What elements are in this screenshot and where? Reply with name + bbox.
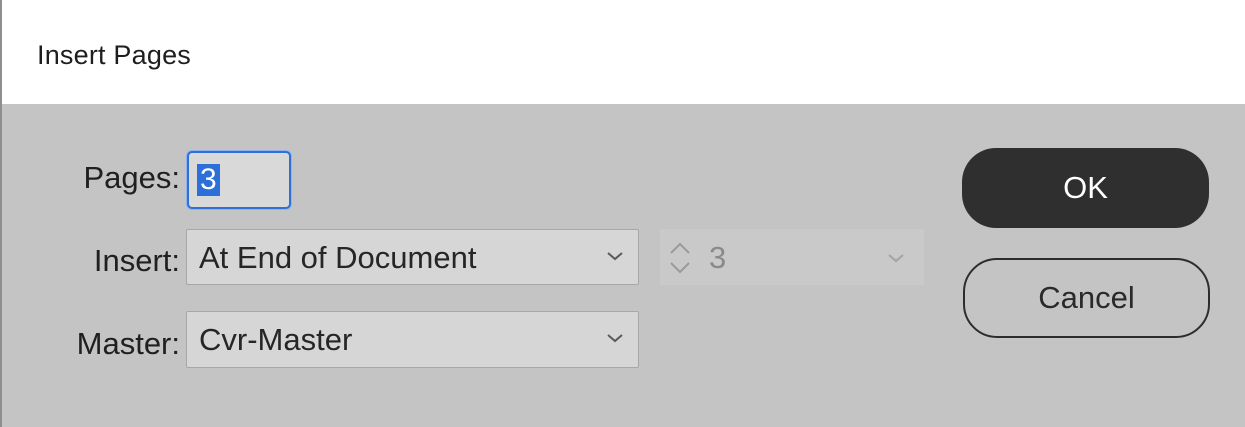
insert-page-number-field[interactable]: 3	[660, 229, 924, 285]
ok-button[interactable]: OK	[962, 148, 1209, 228]
chevron-down-icon	[607, 334, 623, 343]
master-label: Master:	[76, 326, 180, 361]
insert-label: Insert:	[93, 243, 180, 278]
master-select[interactable]: Cvr-Master	[186, 311, 639, 368]
pages-label: Pages:	[83, 160, 180, 195]
cancel-button[interactable]: Cancel	[963, 258, 1210, 338]
dialog-titlebar: Insert Pages	[0, 0, 1245, 104]
insert-position-value: At End of Document	[199, 240, 477, 275]
stepper-icon[interactable]	[667, 238, 693, 278]
chevron-down-icon	[888, 254, 904, 263]
insert-position-select[interactable]: At End of Document	[186, 229, 639, 285]
insert-page-number-value: 3	[709, 240, 727, 275]
insert-pages-dialog: Insert Pages Pages: 3 Insert: At End of …	[0, 0, 1245, 427]
master-value: Cvr-Master	[199, 322, 353, 357]
pages-input-value: 3	[197, 164, 220, 196]
pages-input[interactable]: 3	[187, 151, 291, 209]
dialog-title: Insert Pages	[37, 40, 191, 70]
chevron-down-icon	[607, 252, 623, 261]
